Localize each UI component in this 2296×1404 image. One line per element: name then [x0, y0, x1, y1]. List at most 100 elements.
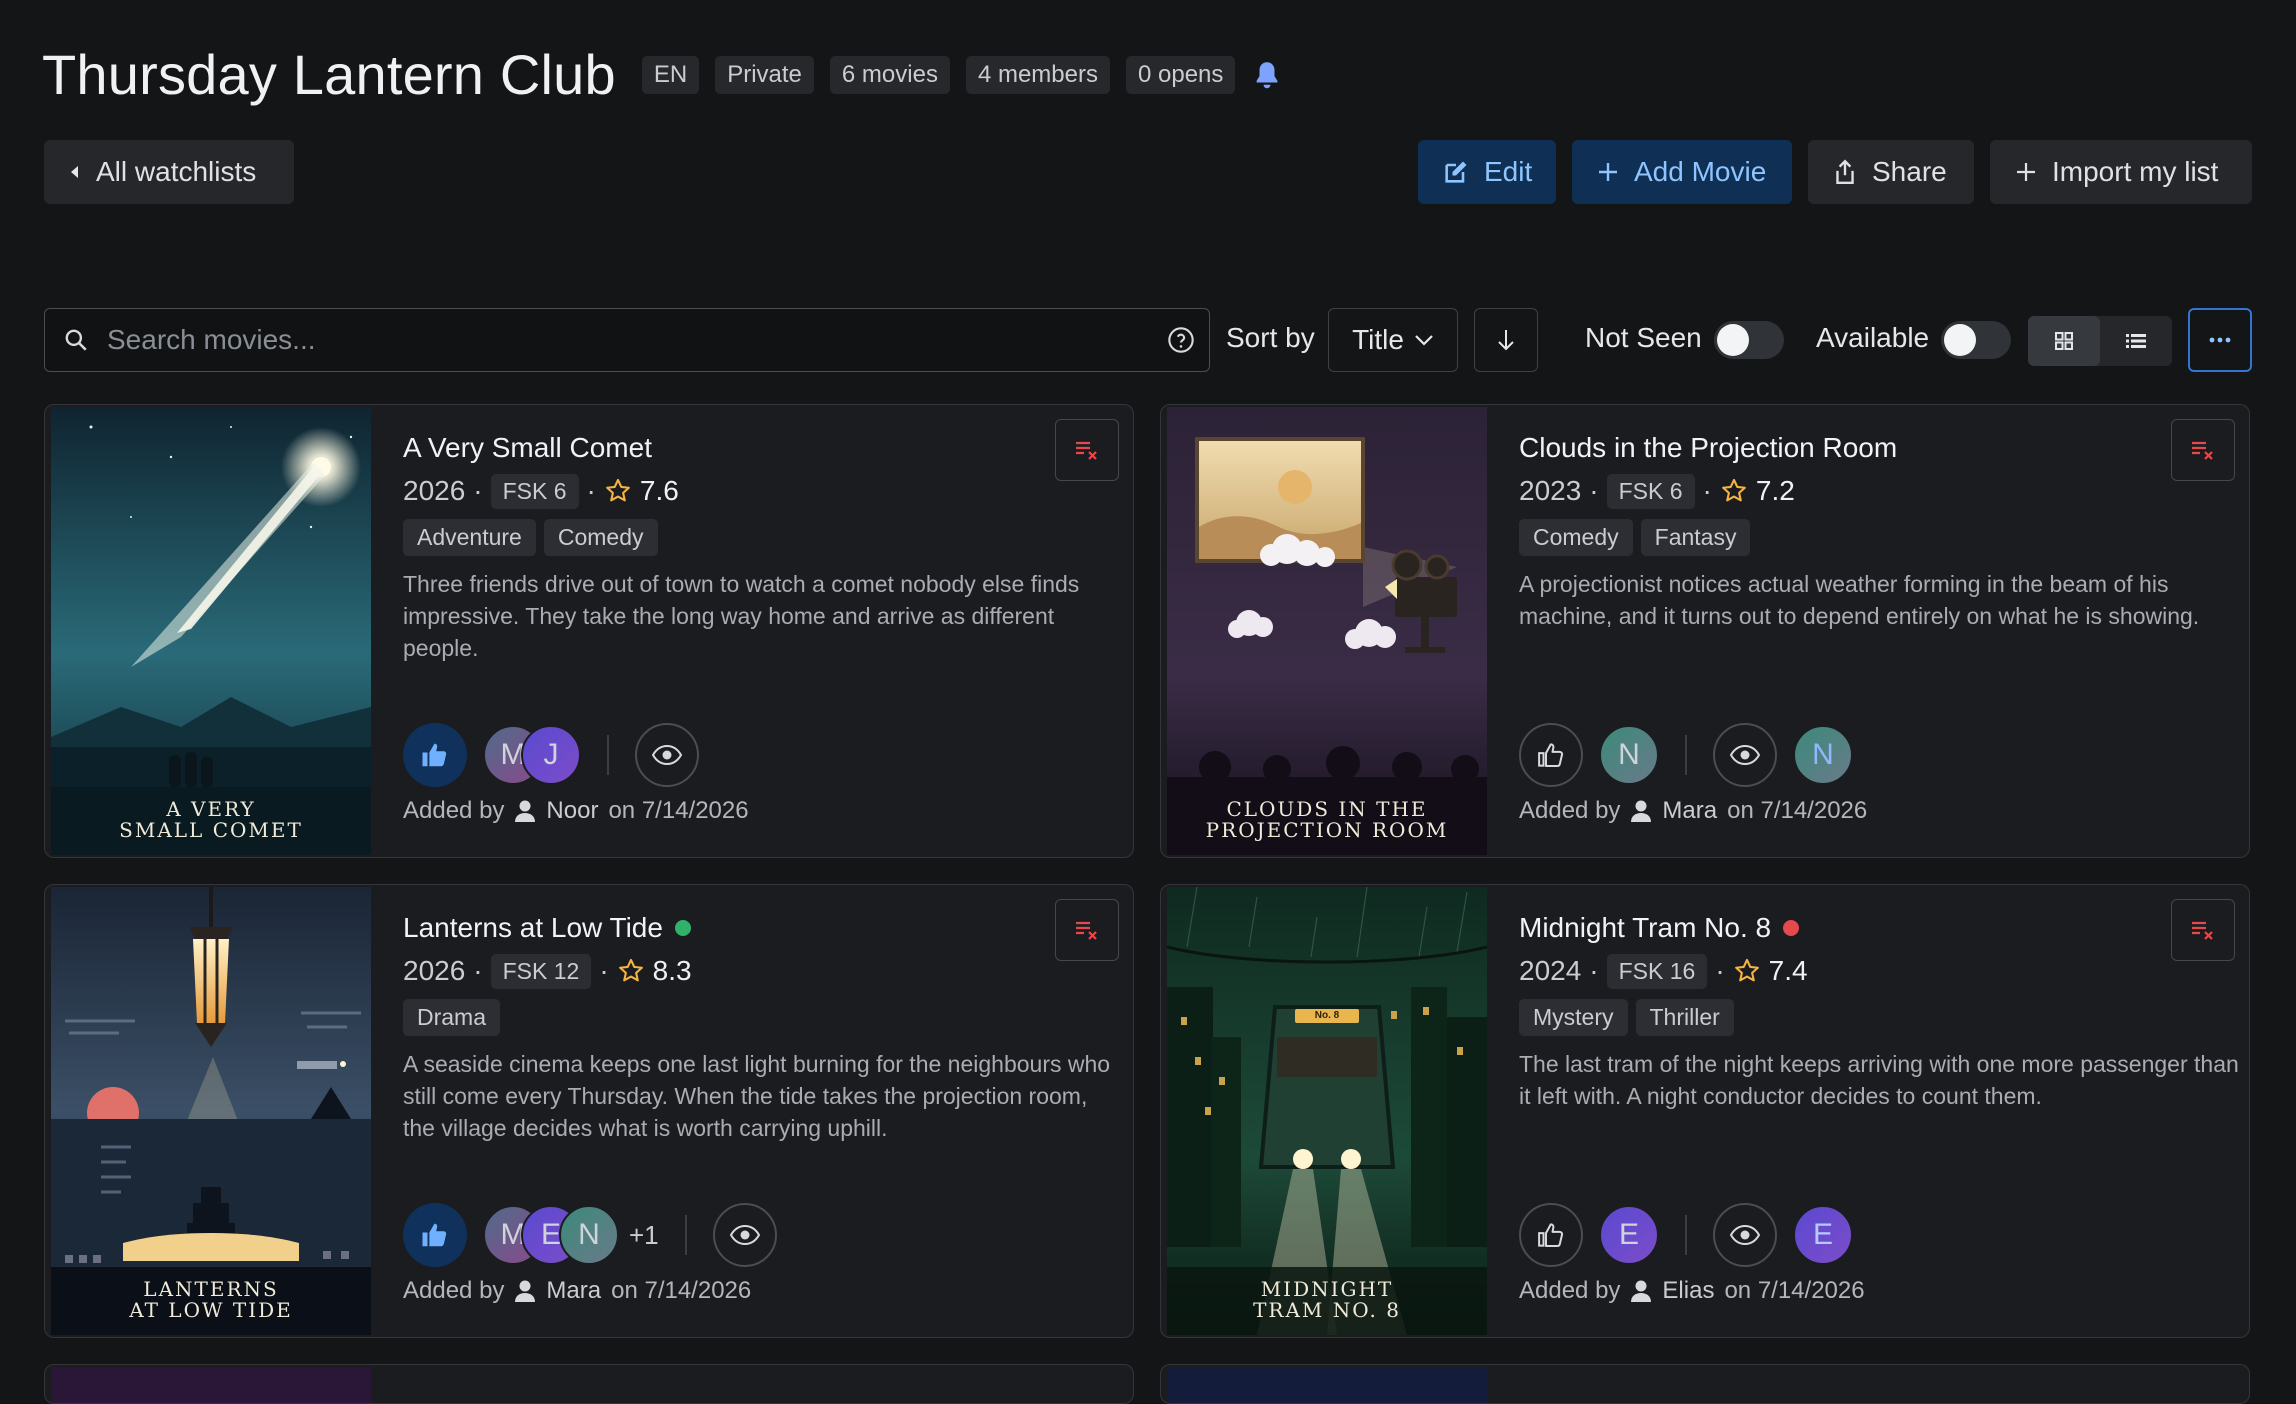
thumbs-up-icon — [1536, 1220, 1566, 1250]
grid-view-button[interactable] — [2028, 316, 2100, 366]
movie-title[interactable]: A Very Small Comet — [403, 429, 1113, 467]
list-view-button[interactable] — [2100, 316, 2172, 366]
edit-icon — [1442, 158, 1470, 186]
more-options-button[interactable] — [2188, 308, 2252, 372]
poster-title: MIDNIGHT TRAM NO. 8 — [1253, 1277, 1401, 1322]
genre-tag: Mystery — [1519, 999, 1628, 1036]
liker-avatars: M J — [483, 725, 581, 785]
movie-rating: 7.6 — [639, 475, 679, 506]
sort-direction-button[interactable] — [1474, 308, 1538, 372]
movie-card[interactable]: No. 8 MIDNIGHT TRAM NO. 8 Midnight Tram N… — [1160, 884, 2250, 1338]
movie-info: Midnight Tram No. 8 2024 · FSK 16 · 7.4 My… — [1519, 909, 2239, 1112]
genre-list: Mystery Thriller — [1519, 999, 2229, 1036]
watcher-avatars: N — [1793, 725, 1853, 785]
movie-card[interactable]: LANTERNS AT LOW TIDE Lanterns at Low Tide… — [44, 884, 1134, 1338]
avatar: N — [1793, 725, 1853, 785]
remove-from-list-button[interactable] — [2171, 899, 2235, 961]
movie-title[interactable]: Midnight Tram No. 8 — [1519, 909, 2229, 947]
star-icon — [1733, 957, 1761, 985]
opens-count-chip: 0 opens — [1126, 55, 1236, 94]
grid-icon — [2054, 331, 2074, 351]
language-chip: EN — [641, 55, 700, 94]
remove-from-list-button[interactable] — [2171, 419, 2235, 481]
movie-meta: 2026 · FSK 12 · 8.3 — [403, 949, 1113, 993]
age-rating-badge: FSK 12 — [490, 953, 592, 989]
more-likers-count: +1 — [629, 1219, 659, 1250]
separator: · — [1589, 475, 1599, 506]
ellipsis-icon — [2209, 337, 2231, 343]
card-actions: E E — [1519, 1203, 1853, 1267]
age-rating-badge: FSK 6 — [1606, 473, 1695, 509]
card-actions: N N — [1519, 723, 1853, 787]
movie-meta: 2026 · FSK 6 · 7.6 — [403, 469, 1113, 513]
genre-list: Drama — [403, 999, 1113, 1036]
liker-avatars: N — [1599, 725, 1659, 785]
search-input[interactable] — [107, 324, 1167, 356]
genre-tag: Thriller — [1635, 999, 1734, 1036]
available-toggle[interactable] — [1941, 321, 2011, 359]
sort-value: Title — [1352, 324, 1404, 355]
available-status-dot — [674, 920, 691, 936]
mark-seen-button[interactable] — [712, 1203, 777, 1267]
user-icon — [1630, 799, 1652, 823]
all-watchlists-button[interactable]: All watchlists — [44, 140, 294, 204]
mark-seen-button[interactable] — [1713, 1203, 1777, 1267]
movie-info: Lanterns at Low Tide 2026 · FSK 12 · 8.3 D… — [403, 909, 1113, 1144]
help-icon[interactable] — [1167, 326, 1195, 354]
movie-card[interactable] — [1160, 1364, 2250, 1404]
movie-rating: 7.4 — [1768, 955, 1808, 986]
liker-avatars: E — [1599, 1205, 1659, 1265]
edit-button[interactable]: Edit — [1418, 140, 1556, 204]
movie-card[interactable] — [44, 1364, 1134, 1404]
mark-seen-button[interactable] — [635, 723, 699, 787]
added-by-label: Added by — [403, 1277, 505, 1304]
card-actions: M J — [403, 723, 699, 787]
genre-tag: Comedy — [543, 519, 658, 556]
movie-poster[interactable]: A VERY SMALL COMET — [51, 407, 371, 855]
movie-poster[interactable]: CLOUDS IN THE PROJECTION ROOM — [1167, 407, 1487, 855]
thumbs-up-icon — [420, 1220, 450, 1250]
sort-select[interactable]: Title — [1328, 308, 1458, 372]
poster-title: A VERY SMALL COMET — [119, 797, 303, 842]
movie-title[interactable]: Clouds in the Projection Room — [1519, 429, 2229, 467]
like-button[interactable] — [403, 723, 467, 787]
watcher-avatars: E — [1793, 1205, 1853, 1265]
caret-left-icon — [68, 163, 82, 181]
movie-card[interactable]: CLOUDS IN THE PROJECTION ROOM Clouds in t… — [1160, 404, 2250, 858]
movie-rating: 8.3 — [652, 955, 692, 986]
genre-tag: Fantasy — [1640, 519, 1751, 556]
genre-list: Adventure Comedy — [403, 519, 1113, 556]
movie-poster[interactable]: LANTERNS AT LOW TIDE — [51, 887, 371, 1335]
added-by-label: Added by — [1519, 1277, 1621, 1304]
age-rating-badge: FSK 6 — [490, 473, 579, 509]
chevron-down-icon — [1414, 334, 1434, 346]
movie-card[interactable]: A VERY SMALL COMET A Very Small Comet 202… — [44, 404, 1134, 858]
not-seen-toggle[interactable] — [1714, 321, 1784, 359]
added-date: on 7/14/2026 — [608, 797, 749, 824]
like-button[interactable] — [1519, 1203, 1583, 1267]
movie-poster[interactable]: No. 8 MIDNIGHT TRAM NO. 8 — [1167, 887, 1487, 1335]
remove-list-icon — [1073, 918, 1101, 942]
edit-label: Edit — [1484, 156, 1533, 187]
like-button[interactable] — [1519, 723, 1583, 787]
movie-title[interactable]: Lanterns at Low Tide — [403, 909, 1113, 947]
not-seen-label: Not Seen — [1585, 322, 1702, 353]
add-movie-button[interactable]: Add Movie — [1572, 140, 1792, 204]
like-button[interactable] — [403, 1203, 467, 1267]
share-label: Share — [1872, 156, 1947, 187]
remove-from-list-button[interactable] — [1055, 899, 1119, 961]
share-button[interactable]: Share — [1808, 140, 1974, 204]
movie-rating: 7.2 — [1755, 475, 1795, 506]
add-movie-label: Add Movie — [1634, 156, 1767, 187]
divider — [684, 1215, 687, 1255]
eye-icon — [729, 1224, 761, 1246]
all-watchlists-label: All watchlists — [96, 156, 257, 187]
user-icon — [514, 1279, 536, 1303]
remove-from-list-button[interactable] — [1055, 419, 1119, 481]
mark-seen-button[interactable] — [1713, 723, 1777, 787]
added-by-user: Noor — [546, 797, 599, 824]
added-by-user: Elias — [1662, 1277, 1715, 1304]
movie-count-chip: 6 movies — [829, 55, 950, 94]
bell-icon[interactable] — [1253, 58, 1283, 92]
import-list-button[interactable]: Import my list — [1990, 140, 2252, 204]
